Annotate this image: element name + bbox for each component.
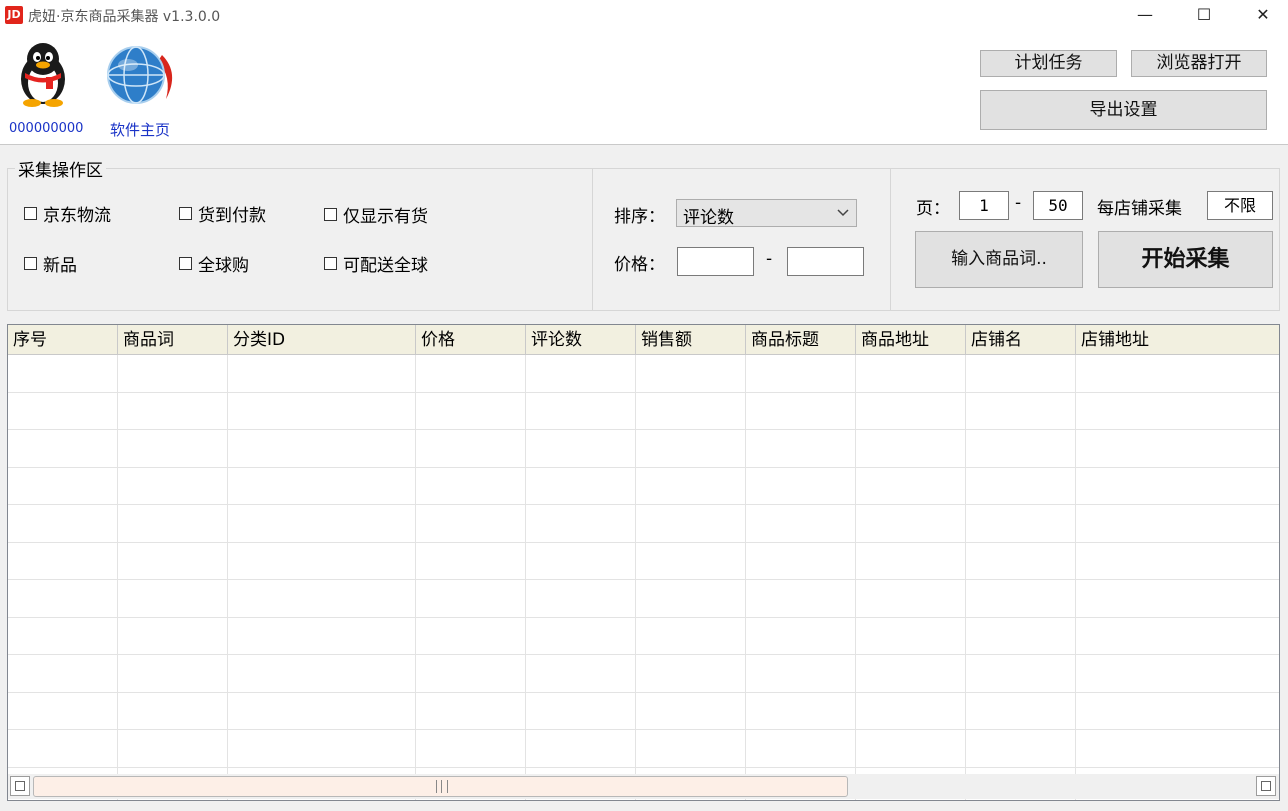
grid-line (965, 355, 966, 800)
divider (890, 168, 891, 311)
grid-line (8, 767, 1279, 768)
scroll-left-button[interactable] (10, 776, 30, 796)
checkbox-jd-logistics[interactable]: 京东物流 (24, 201, 111, 226)
start-collect-button[interactable]: 开始采集 (1098, 231, 1273, 288)
title-bar: JD 虎妞·京东商品采集器 v1.3.0.0 — ☐ ✕ (0, 0, 1288, 33)
checkbox-new-product[interactable]: 新品 (24, 251, 77, 276)
column-header-price[interactable]: 价格 (416, 325, 526, 355)
globe-icon[interactable] (100, 43, 182, 107)
grid-line (8, 579, 1279, 580)
price-max-input[interactable] (787, 247, 864, 276)
per-store-label: 每店铺采集 (1097, 199, 1182, 219)
scroll-thumb[interactable] (33, 776, 848, 797)
results-table[interactable]: 序号 商品词 分类ID 价格 评论数 销售额 商品标题 商品地址 店铺名 店铺地… (7, 324, 1280, 801)
page-to-input[interactable]: 50 (1033, 191, 1083, 220)
scroll-grip-icon (436, 780, 448, 793)
checkbox-box[interactable] (179, 257, 192, 270)
grid-line (8, 729, 1279, 730)
qq-number-link[interactable]: 000000000 (9, 121, 83, 136)
qq-penguin-icon[interactable] (12, 41, 74, 107)
checkbox-label: 京东物流 (43, 206, 111, 226)
checkbox-ship-worldwide[interactable]: 可配送全球 (324, 251, 428, 276)
grid-line (227, 355, 228, 800)
column-header-reviews[interactable]: 评论数 (526, 325, 636, 355)
grid-line (415, 355, 416, 800)
grid-line (8, 467, 1279, 468)
grid-line (525, 355, 526, 800)
sort-select[interactable]: 评论数 (676, 199, 857, 228)
grid-line (8, 654, 1279, 655)
grid-line (8, 542, 1279, 543)
grid-line (1075, 355, 1076, 800)
grid-line (8, 617, 1279, 618)
grid-line (8, 429, 1279, 430)
checkbox-label: 可配送全球 (343, 256, 428, 276)
grid-line (8, 392, 1279, 393)
grid-line (745, 355, 746, 800)
homepage-link[interactable]: 软件主页 (110, 119, 170, 140)
checkbox-box[interactable] (24, 207, 37, 220)
checkbox-global-purchase[interactable]: 全球购 (179, 251, 249, 276)
browser-open-button[interactable]: 浏览器打开 (1131, 50, 1267, 77)
grid-line (8, 692, 1279, 693)
column-header-store-url[interactable]: 店铺地址 (1076, 325, 1279, 355)
sort-label: 排序： (614, 207, 665, 227)
grid-line (855, 355, 856, 800)
checkbox-box[interactable] (324, 208, 337, 221)
checkbox-box[interactable] (179, 207, 192, 220)
page-from-input[interactable]: 1 (959, 191, 1009, 220)
price-label: 价格： (614, 255, 665, 275)
price-min-input[interactable] (677, 247, 754, 276)
horizontal-scrollbar[interactable] (8, 774, 1279, 799)
collection-group (7, 168, 1280, 311)
checkbox-box[interactable] (324, 257, 337, 270)
app-icon: JD (5, 6, 23, 24)
grid-line (117, 355, 118, 800)
grid-line (8, 504, 1279, 505)
export-settings-button[interactable]: 导出设置 (980, 90, 1267, 130)
page-separator: - (1015, 193, 1022, 213)
grid-line (635, 355, 636, 800)
column-header-url[interactable]: 商品地址 (856, 325, 966, 355)
column-header-sales[interactable]: 销售额 (636, 325, 746, 355)
plan-task-button[interactable]: 计划任务 (980, 50, 1117, 77)
chevron-down-icon (837, 209, 849, 217)
checkbox-label: 货到付款 (198, 206, 266, 226)
checkbox-cash-on-delivery[interactable]: 货到付款 (179, 201, 266, 226)
checkbox-box[interactable] (24, 257, 37, 270)
close-button[interactable]: ✕ (1234, 0, 1288, 32)
column-header-index[interactable]: 序号 (8, 325, 118, 355)
column-header-store-name[interactable]: 店铺名 (966, 325, 1076, 355)
sort-select-value: 评论数 (683, 208, 734, 228)
page-label: 页： (916, 199, 950, 219)
header: 000000000 软件主页 计划任务 浏览器打开 导出设置 (0, 33, 1288, 145)
scroll-right-button[interactable] (1256, 776, 1276, 796)
checkbox-label: 新品 (43, 256, 77, 276)
window-title: 虎妞·京东商品采集器 v1.3.0.0 (28, 9, 221, 25)
per-store-input[interactable]: 不限 (1207, 191, 1273, 220)
checkbox-label: 仅显示有货 (343, 207, 428, 227)
maximize-button[interactable]: ☐ (1175, 0, 1233, 32)
column-header-keyword[interactable]: 商品词 (118, 325, 228, 355)
price-separator: - (766, 249, 773, 269)
divider (592, 168, 593, 311)
group-title: 采集操作区 (15, 156, 106, 181)
column-header-title[interactable]: 商品标题 (746, 325, 856, 355)
checkbox-label: 全球购 (198, 256, 249, 276)
column-header-category-id[interactable]: 分类ID (228, 325, 416, 355)
input-keywords-button[interactable]: 输入商品词.. (915, 231, 1083, 288)
minimize-button[interactable]: — (1116, 0, 1174, 32)
checkbox-in-stock-only[interactable]: 仅显示有货 (324, 202, 428, 227)
